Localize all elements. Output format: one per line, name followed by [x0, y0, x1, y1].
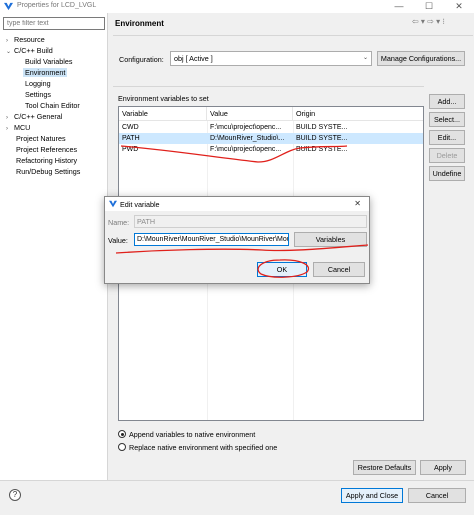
window-titlebar: Properties for LCD_LVGL — ☐ ✕	[0, 0, 474, 13]
tree-item-project-references[interactable]: Project References	[16, 145, 77, 155]
append-radio-label: Append variables to native environment	[129, 430, 256, 439]
add-button[interactable]: Add...	[429, 94, 465, 109]
cell-value: F:\mcu\project\openc...	[210, 124, 282, 131]
configuration-value: obj [ Active ]	[174, 54, 213, 63]
tree-item-label: Refactoring History	[16, 156, 78, 165]
cancel-button[interactable]: Cancel	[408, 488, 466, 503]
history-nav-icon[interactable]: ⇦ ▾ ⇨ ▾ ⁝	[412, 17, 470, 29]
radio-checked-icon[interactable]	[118, 430, 126, 438]
tree-item-label: C/C++ General	[14, 112, 63, 121]
tree-item-resource[interactable]: › Resource	[6, 35, 45, 45]
configuration-select[interactable]: obj [ Active ] ⌄	[170, 51, 372, 66]
table-row-selected[interactable]: PATH D:\MounRiver_Studio\... BUILD SYSTE…	[119, 133, 423, 144]
manage-configurations-button[interactable]: Manage Configurations...	[377, 51, 465, 66]
property-tree-pane: ›Resource ⌄C/C++ Build Build Variables E…	[0, 13, 108, 480]
dialog-cancel-button[interactable]: Cancel	[313, 262, 365, 277]
close-window-button[interactable]: ✕	[444, 0, 474, 13]
tree-item-label: Project References	[16, 145, 78, 154]
tree-item-cpp-general[interactable]: › C/C++ General	[6, 112, 62, 122]
ok-button[interactable]: OK	[257, 262, 307, 277]
tree-item-label: Environment	[23, 68, 68, 77]
page-title: Environment	[115, 19, 164, 28]
cell-variable: PATH	[122, 135, 140, 142]
cell-origin: BUILD SYSTE...	[296, 146, 348, 153]
tree-item-label: Resource	[14, 35, 45, 44]
cell-value: F:\mcu\project\openc...	[210, 146, 282, 153]
column-header-origin[interactable]: Origin	[293, 107, 423, 121]
tree-item-logging[interactable]: Logging	[25, 79, 51, 89]
radio-unchecked-icon[interactable]	[118, 443, 126, 451]
tree-item-environment[interactable]: Environment	[23, 68, 68, 78]
tree-item-label: Project Natures	[16, 134, 66, 143]
tree-item-label: Build Variables	[25, 57, 73, 66]
undefine-button[interactable]: Undefine	[429, 166, 465, 181]
app-logo-icon	[109, 200, 117, 208]
env-variables-label: Environment variables to set	[118, 94, 209, 103]
chevron-right-icon[interactable]: ›	[6, 113, 14, 123]
chevron-down-icon[interactable]: ⌄	[6, 47, 14, 57]
replace-radio[interactable]: Replace native environment with specifie…	[118, 442, 277, 453]
cell-value: D:\MounRiver_Studio\...	[210, 135, 285, 142]
tree-item-settings[interactable]: Settings	[25, 90, 51, 100]
dialog-title: Edit variable	[120, 200, 160, 209]
variables-button[interactable]: Variables	[294, 232, 367, 247]
replace-radio-label: Replace native environment with specifie…	[129, 443, 278, 452]
name-field: PATH	[134, 215, 367, 228]
apply-and-close-button[interactable]: Apply and Close	[341, 488, 403, 503]
tree-item-tool-chain-editor[interactable]: Tool Chain Editor	[25, 101, 80, 111]
tree-item-label: Settings	[25, 90, 51, 99]
column-header-variable[interactable]: Variable	[119, 107, 207, 121]
edit-button[interactable]: Edit...	[429, 130, 465, 145]
cell-variable: PWD	[122, 146, 139, 153]
tree-item-refactoring-history[interactable]: Refactoring History	[16, 156, 77, 166]
help-icon[interactable]: ?	[9, 489, 21, 501]
chevron-right-icon[interactable]: ›	[6, 124, 14, 134]
tree-item-label: Tool Chain Editor	[25, 101, 80, 110]
cell-origin: BUILD SYSTE...	[296, 124, 348, 131]
name-label: Name:	[108, 218, 130, 227]
tree-item-mcu[interactable]: › MCU	[6, 123, 30, 133]
app-logo-icon	[4, 2, 13, 11]
window-title: Properties for LCD_LVGL	[17, 2, 97, 9]
table-row[interactable]: PWD F:\mcu\project\openc... BUILD SYSTE.…	[119, 144, 423, 155]
value-field[interactable]: D:\MounRiver\MounRiver_Studio\MounRiver\…	[134, 233, 289, 246]
divider	[113, 35, 473, 36]
tree-item-label: Logging	[25, 79, 51, 88]
edit-variable-dialog: Edit variable ✕ Name: PATH Value: D:\Mou…	[104, 196, 370, 284]
close-icon[interactable]: ✕	[354, 199, 361, 208]
tree-item-project-natures[interactable]: Project Natures	[16, 134, 66, 144]
tree-item-cpp-build[interactable]: ⌄ C/C++ Build	[6, 46, 53, 56]
tree-item-label: Run/Debug Settings	[16, 167, 81, 176]
apply-button[interactable]: Apply	[420, 460, 466, 475]
column-header-value[interactable]: Value	[207, 107, 293, 121]
tree-item-build-variables[interactable]: Build Variables	[25, 57, 72, 67]
configuration-label: Configuration:	[119, 55, 164, 64]
delete-button[interactable]: Delete	[429, 148, 465, 163]
tree-item-label: MCU	[14, 123, 31, 132]
tree-item-label: C/C++ Build	[14, 46, 53, 55]
cell-variable: CWD	[122, 124, 139, 131]
filter-input[interactable]	[3, 17, 105, 30]
cell-origin: BUILD SYSTE...	[296, 135, 348, 142]
divider	[0, 480, 474, 481]
chevron-down-icon: ⌄	[362, 55, 368, 61]
append-radio[interactable]: Append variables to native environment	[118, 429, 255, 440]
minimize-button[interactable]: —	[384, 0, 414, 13]
tree-item-run-debug-settings[interactable]: Run/Debug Settings	[16, 167, 80, 177]
select-button[interactable]: Select...	[429, 112, 465, 127]
dialog-titlebar: Edit variable ✕	[105, 197, 369, 211]
value-label: Value:	[108, 236, 128, 245]
table-row[interactable]: CWD F:\mcu\project\openc... BUILD SYSTE.…	[119, 122, 423, 133]
divider	[113, 86, 424, 87]
maximize-button[interactable]: ☐	[414, 0, 444, 13]
restore-defaults-button[interactable]: Restore Defaults	[353, 460, 416, 475]
chevron-right-icon[interactable]: ›	[6, 36, 14, 46]
